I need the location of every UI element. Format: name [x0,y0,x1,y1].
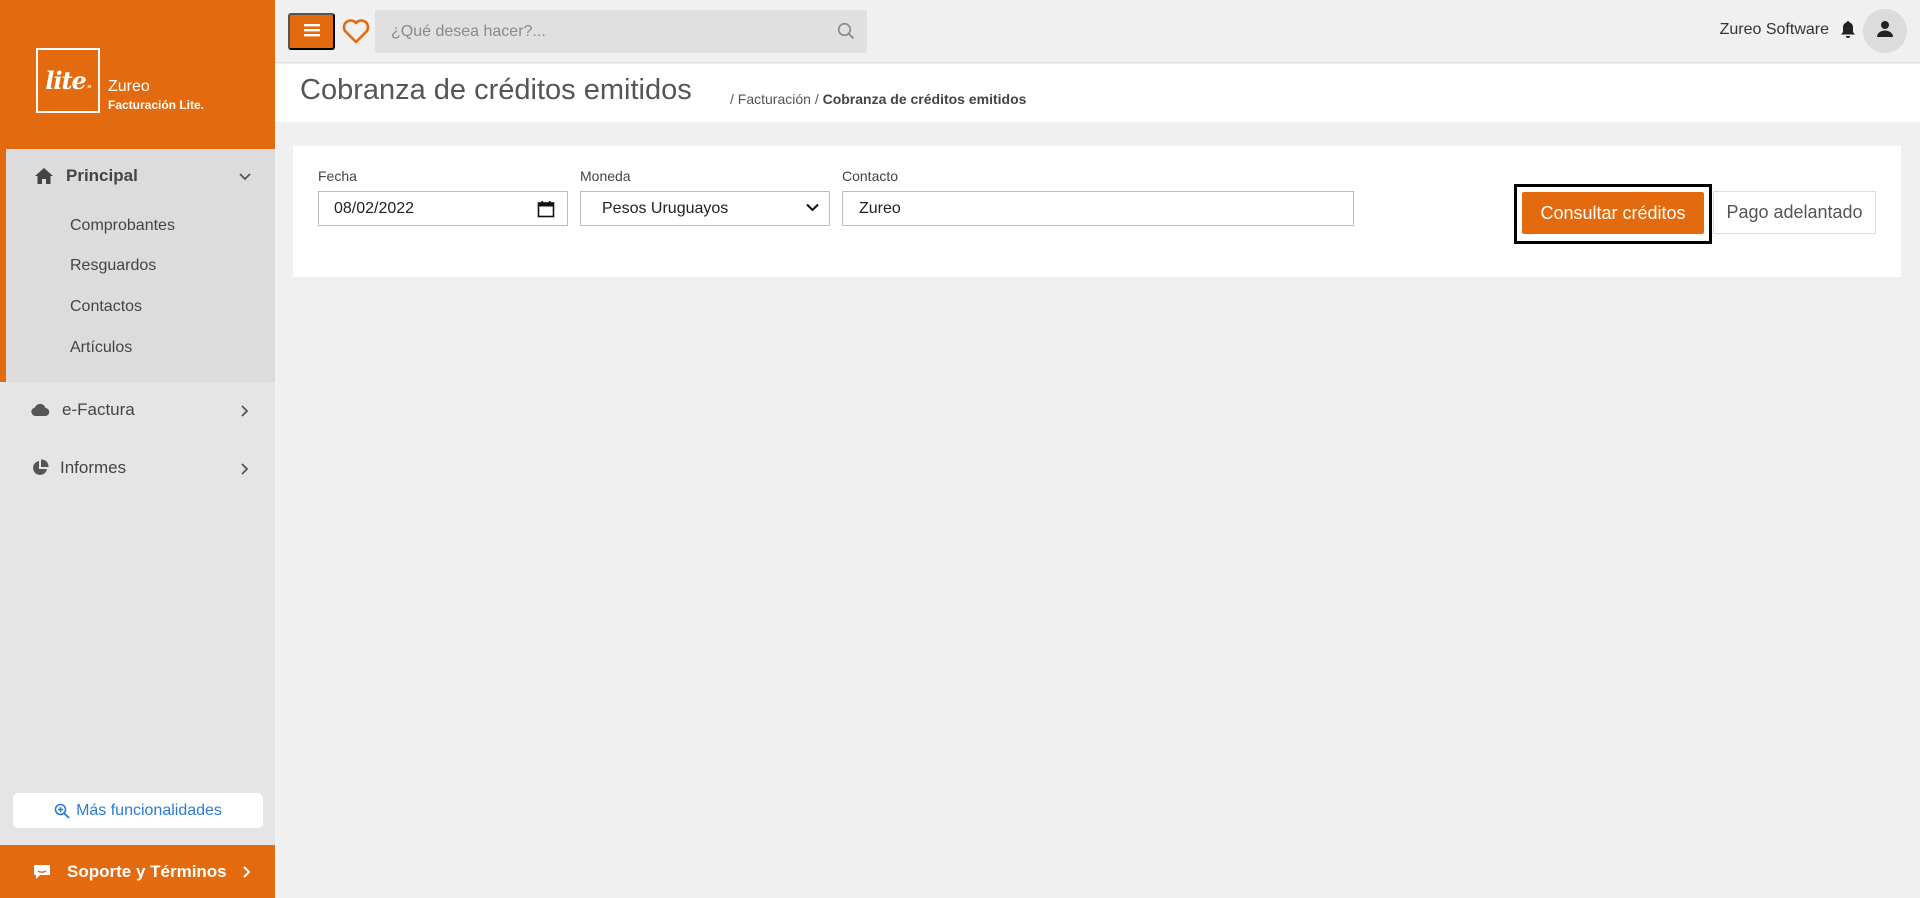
sidebar-item-articulos[interactable]: Artículos [70,339,132,357]
logo-mark: » [86,80,92,91]
lite-logo[interactable]: lite» [36,48,100,113]
chevron-right-icon[interactable] [239,405,251,417]
support-terms-label: Soporte y Términos [67,861,227,881]
pago-adelantado-button[interactable]: Pago adelantado [1713,191,1876,234]
sidebar-item-contactos[interactable]: Contactos [70,298,142,316]
top-bar: ¿Qué desea hacer?... Zureo Software [275,0,1920,63]
contacto-input[interactable]: Zureo [842,191,1354,226]
chevron-down-icon[interactable] [239,171,251,183]
sidebar-item-comprobantes[interactable]: Comprobantes [70,217,175,235]
nav-item-principal[interactable]: Principal [34,166,138,186]
contacto-value: Zureo [859,199,901,217]
sidebar-item-resguardos[interactable]: Resguardos [70,257,156,275]
pie-chart-icon [30,458,50,478]
moneda-select[interactable]: Pesos Uruguayos [580,191,830,226]
cloud-icon [30,400,50,420]
breadcrumb-current: Cobranza de créditos emitidos [822,91,1027,107]
search-icon[interactable] [837,22,855,40]
user-avatar[interactable] [1863,9,1907,53]
user-name: Zureo Software [1719,21,1829,38]
hamburger-icon [303,23,320,40]
breadcrumb-facturacion[interactable]: / Facturación / [730,91,819,107]
fecha-value: 08/02/2022 [334,199,415,217]
notifications-bell-icon[interactable] [1840,20,1856,39]
calendar-icon[interactable] [537,200,555,218]
search-placeholder: ¿Qué desea hacer?... [391,22,546,40]
zoom-in-icon [54,803,70,819]
search-input[interactable]: ¿Qué desea hacer?... [375,10,867,53]
favorites-heart-icon[interactable] [340,15,372,47]
contacto-label: Contacto [842,168,899,184]
comment-icon [33,864,51,880]
nav-item-efactura-label: e-Factura [62,400,135,419]
more-features-label: Más funcionalidades [76,801,222,819]
nav-item-principal-label: Principal [66,166,138,185]
sidebar: lite» Zureo Facturación Lite. Principal … [0,0,275,898]
fecha-label: Fecha [318,168,357,184]
brand-subtitle: Facturación Lite. [108,98,205,112]
nav-item-efactura[interactable]: e-Factura [30,400,135,420]
nav-section-principal: Principal Comprobantes Resguardos Contac… [0,149,275,382]
more-features-button[interactable]: Más funcionalidades [13,793,263,828]
home-icon [34,166,54,186]
user-icon [1876,20,1894,43]
consultar-creditos-button[interactable]: Consultar créditos [1522,192,1704,234]
consultar-creditos-focus-ring: Consultar créditos [1514,184,1712,244]
breadcrumb: / Facturación / Cobranza de créditos emi… [730,91,1026,107]
chevron-right-icon [243,865,251,878]
page-title: Cobranza de créditos emitidos [300,74,692,106]
page-header: Cobranza de créditos emitidos / Facturac… [275,64,1920,122]
brand-header: lite» Zureo Facturación Lite. [0,0,275,149]
filter-card: Fecha 08/02/2022 Moneda Pesos Uruguayos … [293,146,1901,277]
nav-item-informes[interactable]: Informes [30,458,126,478]
support-terms-button[interactable]: Soporte y Términos [0,845,275,898]
nav-item-informes-label: Informes [60,458,127,477]
chevron-right-icon[interactable] [239,463,251,475]
logo-text: lite [45,66,87,95]
chevron-down-icon [806,203,819,212]
moneda-label: Moneda [580,168,631,184]
moneda-value: Pesos Uruguayos [602,199,729,217]
menu-toggle-button[interactable] [288,13,335,50]
brand-name: Zureo [108,78,150,95]
fecha-date-input[interactable]: 08/02/2022 [318,191,568,226]
